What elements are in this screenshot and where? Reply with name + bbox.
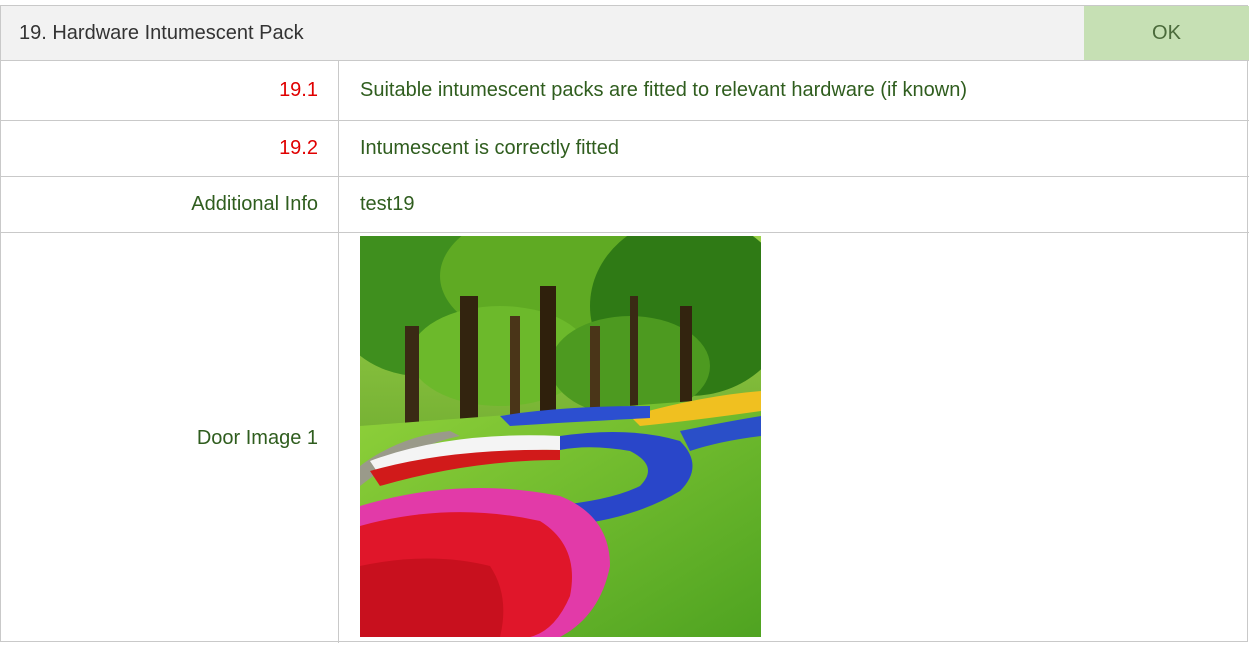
section-title: 19. Hardware Intumescent Pack [19, 22, 304, 44]
additional-info-row: Additional Info test19 [1, 177, 1249, 233]
checklist-row: 19.1 Suitable intumescent packs are fitt… [1, 61, 1249, 121]
door-image-photo[interactable] [360, 236, 761, 637]
item-description: Intumescent is correctly fitted [360, 137, 619, 159]
status-badge: OK [1084, 6, 1249, 60]
additional-info-label-cell: Additional Info [1, 177, 339, 232]
additional-info-value: test19 [360, 193, 415, 215]
item-description: Suitable intumescent packs are fitted to… [360, 79, 967, 101]
section-header[interactable]: 19. Hardware Intumescent Pack OK [1, 6, 1249, 61]
door-image-cell [340, 233, 1249, 643]
item-number-cell: 19.2 [1, 121, 339, 176]
item-number: 19.1 [279, 79, 318, 101]
door-image-label: Door Image 1 [196, 426, 318, 449]
checklist-section-panel: 19. Hardware Intumescent Pack OK 19.1 Su… [0, 5, 1249, 643]
item-number: 19.2 [279, 137, 318, 159]
additional-info-label: Additional Info [191, 193, 318, 215]
door-image-label-cell: Door Image 1 [1, 233, 339, 643]
checklist-row: 19.2 Intumescent is correctly fitted [1, 121, 1249, 177]
item-number-cell: 19.1 [1, 61, 339, 120]
door-image-row: Door Image 1 [1, 233, 1249, 643]
